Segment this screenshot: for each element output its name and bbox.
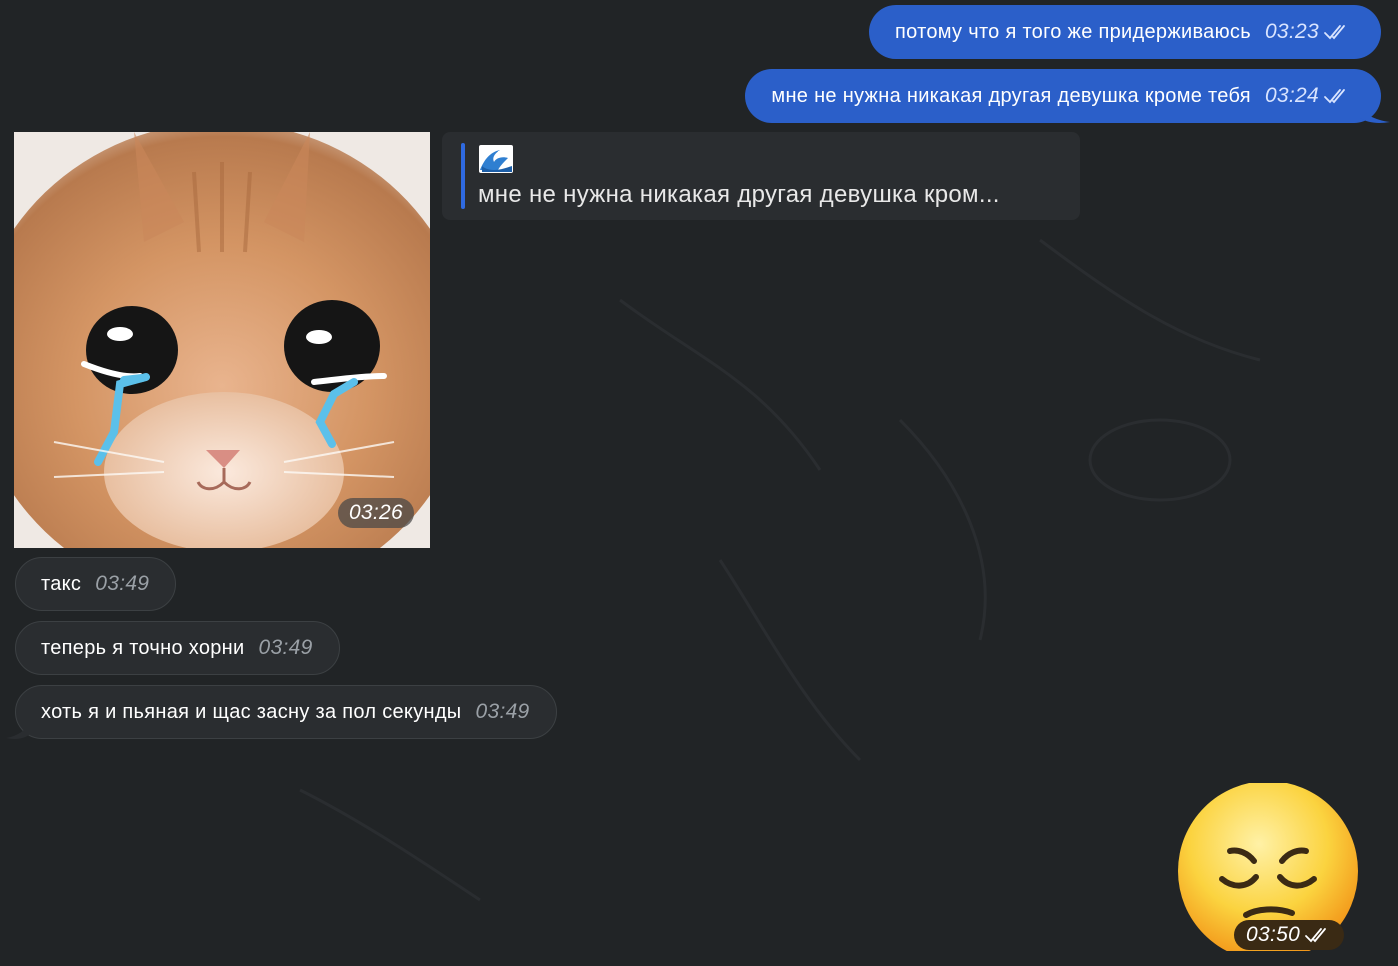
reply-accent-bar (461, 143, 465, 209)
message-text: мне не нужна никакая другая девушка кром… (771, 84, 1251, 107)
incoming-message[interactable]: теперь я точно хорни 03:49 (15, 621, 340, 675)
message-time: 03:49 (258, 636, 313, 659)
double-check-icon (1324, 89, 1345, 104)
message-text: теперь я точно хорни (41, 636, 245, 659)
message-time: 03:49 (475, 700, 530, 723)
crying-kitten-image (14, 132, 430, 548)
bubble-tail (6, 722, 30, 739)
message-time: 03:24 (1264, 84, 1319, 107)
reply-preview[interactable]: мне не нужна никакая другая девушка кром… (442, 132, 1080, 220)
incoming-message[interactable]: хоть я и пьяная и щас засну за пол секун… (15, 685, 557, 739)
bubble-tail (1360, 106, 1390, 123)
reply-text: мне не нужна никакая другая девушка кром… (478, 181, 1000, 208)
message-time: 03:49 (95, 572, 150, 595)
emoji-message-time-badge: 03:50 (1234, 920, 1345, 950)
wave-emoji-icon (479, 145, 513, 173)
message-text: такс (41, 572, 82, 595)
photo-message[interactable]: 03:26 (14, 132, 430, 548)
double-check-icon (1324, 25, 1345, 40)
message-text: хоть я и пьяная и щас засну за пол секун… (41, 700, 462, 723)
outgoing-message[interactable]: мне не нужна никакая другая девушка кром… (745, 69, 1381, 123)
message-time: 03:23 (1264, 20, 1319, 43)
double-check-icon (1305, 928, 1326, 943)
incoming-message[interactable]: такс 03:49 (15, 557, 177, 611)
outgoing-message[interactable]: потому что я того же придерживаюсь 03:23 (869, 5, 1381, 59)
message-time: 03:50 (1246, 923, 1301, 946)
message-text: потому что я того же придерживаюсь (895, 20, 1251, 43)
message-time: 03:26 (337, 498, 414, 528)
